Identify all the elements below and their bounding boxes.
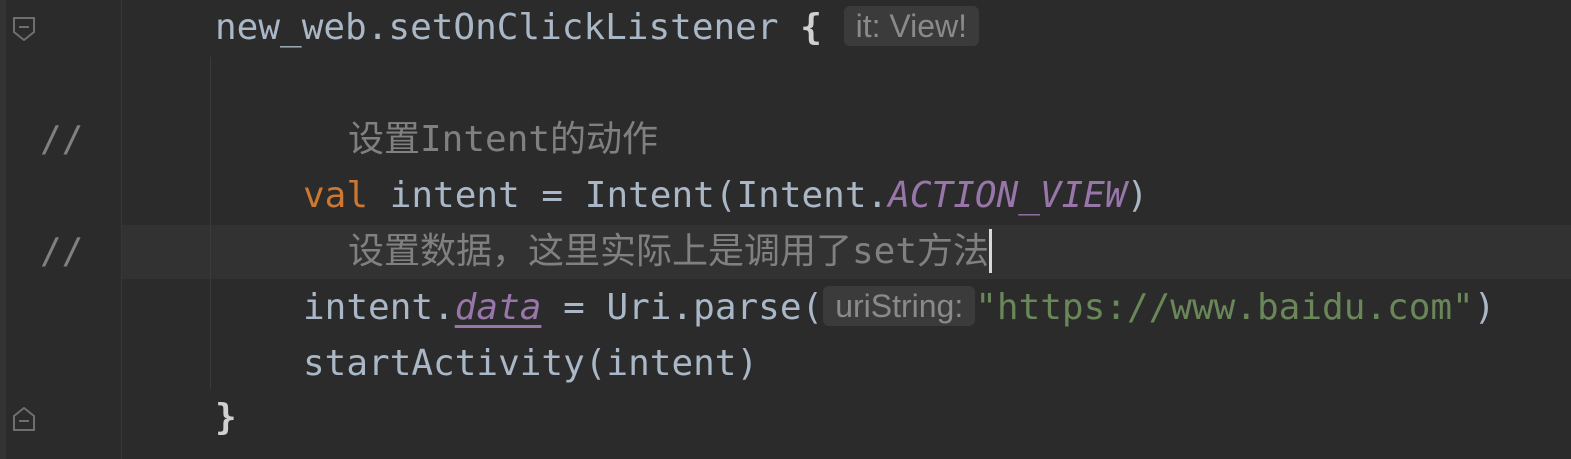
gutter-edge [0,0,6,459]
code-line-intent[interactable]: val intent = Intent(Intent.ACTION_VIEW) [303,169,1148,223]
val-keyword: val [303,175,369,216]
uri-parse-call: = Uri.parse( [541,287,824,328]
comment-set-data[interactable]: 设置数据，这里实际上是调用了set方法 [348,225,993,279]
comment-set-action[interactable]: 设置Intent的动作 [348,113,658,167]
line-comment-marker: // [40,231,84,272]
code-line-start-activity[interactable]: startActivity(intent) [303,337,758,391]
action-view-constant: ACTION_VIEW [888,175,1127,216]
uri-string-hint: uriString: [823,286,976,326]
close-paren: ) [1473,287,1496,328]
indent-guide [210,57,211,389]
open-brace: { [800,7,822,48]
fold-start-icon[interactable] [12,16,36,42]
intent-decl: intent = Intent(Intent. [368,175,889,216]
listener-call: new_web.setOnClickListener [215,7,779,48]
code-line-data[interactable]: intent.data = Uri.parse(uriString: "https… [303,281,1495,335]
close-paren: ) [1126,175,1149,216]
intent-ref: intent. [303,287,455,328]
fold-end-icon[interactable] [12,406,36,432]
line-comment-marker: // [40,119,84,160]
code-editor[interactable]: new_web.setOnClickListener { it: View! /… [0,0,1571,459]
code-line-1[interactable]: new_web.setOnClickListener { it: View! [215,1,980,55]
comment-text: 设置数据，这里实际上是调用了set方法 [348,231,990,272]
text-caret [989,229,993,273]
data-property: data [454,287,542,328]
lambda-param-hint: it: View! [843,6,980,46]
close-brace[interactable]: } [215,391,237,445]
url-string: "https://www.baidu.com" [975,287,1474,328]
gutter-divider [121,0,122,459]
